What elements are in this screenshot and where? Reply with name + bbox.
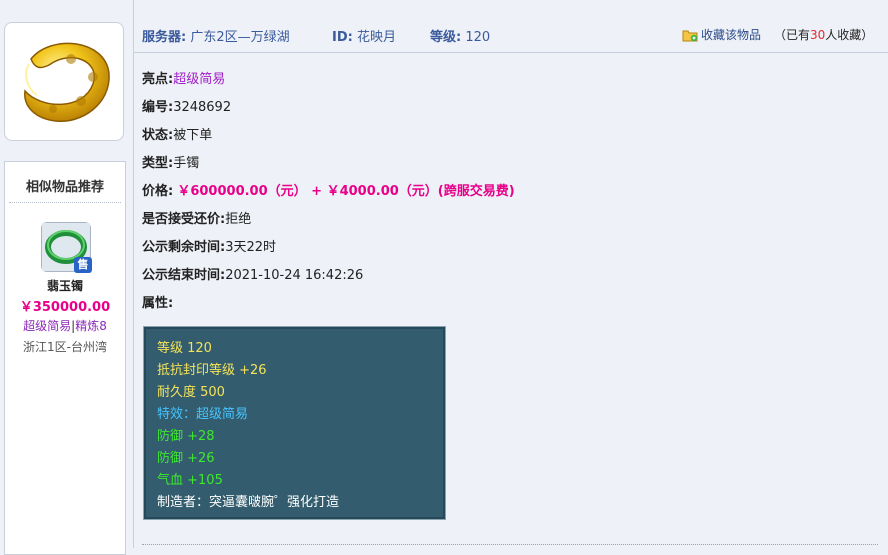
level-label: 等级:	[430, 30, 462, 45]
attributes-row: 属性:	[142, 292, 173, 311]
remaining-time-label: 公示剩余时间:	[142, 240, 226, 255]
highlight-row: 亮点:超级简易	[142, 68, 225, 87]
attribute-line: 等级 120	[157, 341, 212, 356]
fav-count-number: 30	[810, 28, 826, 42]
fav-count-prefix: （已有	[774, 28, 811, 42]
status-row: 状态:被下单	[142, 124, 212, 143]
end-time-value: 2021-10-24 16:42:26	[225, 268, 364, 283]
price-row: 价格: ￥600000.00（元） + ￥4000.00（元）(跨服交易费)	[142, 180, 515, 199]
attributes-label: 属性:	[142, 296, 174, 311]
type-label: 类型:	[142, 156, 174, 171]
item-header-bar: 服务器: 广东2区—万绿湖 ID: 花映月 等级: 120 收藏该物品 （已有3…	[134, 22, 888, 53]
attribute-line: 特效：超级简易	[157, 407, 249, 422]
server-value: 广东2区—万绿湖	[190, 30, 290, 45]
price-label: 价格:	[142, 184, 174, 199]
bargain-label: 是否接受还价:	[142, 212, 226, 227]
type-row: 类型:手镯	[142, 152, 199, 171]
golden-bracelet-icon	[24, 42, 110, 122]
favorite-item-button[interactable]: 收藏该物品	[682, 26, 761, 43]
attribute-line: 制造者：突逼囊啵腕゜强化打造	[157, 495, 340, 510]
recommended-item-thumb[interactable]: 售	[41, 222, 92, 273]
attribute-line: 防御 +28	[157, 429, 215, 444]
id-value: 花映月	[356, 30, 396, 45]
bargain-row: 是否接受还价:拒绝	[142, 208, 251, 227]
type-value: 手镯	[173, 156, 200, 171]
recommended-item-tag-1: 超级简易	[23, 319, 72, 333]
attribute-line: 防御 +26	[157, 451, 215, 466]
attribute-line: 气血 +105	[157, 473, 223, 488]
favorite-label: 收藏该物品	[701, 28, 762, 42]
similar-items-panel: 相似物品推荐 售 翡玉镯 ￥350000.00 超级简易|精炼8 浙江1区-台州…	[4, 161, 126, 555]
attribute-line: 抵抗封印等级 +26	[157, 363, 267, 378]
end-time-label: 公示结束时间:	[142, 268, 226, 283]
column-divider	[133, 0, 134, 548]
folder-star-icon	[682, 30, 698, 41]
seller-id-info: ID: 花映月	[332, 26, 396, 45]
fav-count-suffix: 人收藏）	[825, 28, 874, 42]
code-label: 编号:	[142, 100, 174, 115]
server-info: 服务器: 广东2区—万绿湖	[142, 26, 290, 45]
item-image	[4, 22, 124, 141]
end-time-row: 公示结束时间:2021-10-24 16:42:26	[142, 264, 363, 283]
similar-items-title: 相似物品推荐	[9, 162, 121, 203]
level-info: 等级: 120	[430, 26, 490, 45]
attribute-line: 耐久度 500	[157, 385, 225, 400]
highlight-label: 亮点:	[142, 72, 174, 87]
code-value: 3248692	[173, 100, 232, 115]
price-value: ￥600000.00（元） + ￥4000.00（元）(跨服交易费)	[177, 184, 515, 199]
recommended-item-tags: 超级简易|精炼8	[5, 317, 125, 334]
remaining-time-value: 3天22时	[225, 240, 277, 255]
id-label: ID:	[332, 30, 353, 45]
remaining-time-row: 公示剩余时间:3天22时	[142, 236, 276, 255]
server-label: 服务器:	[142, 30, 187, 45]
section-divider	[142, 544, 878, 545]
sold-badge: 售	[74, 257, 92, 273]
highlight-value: 超级简易	[173, 72, 226, 87]
favorite-count: （已有30人收藏）	[774, 26, 873, 43]
status-label: 状态:	[142, 128, 174, 143]
recommended-item-server: 浙江1区-台州湾	[23, 340, 107, 354]
level-value: 120	[465, 30, 491, 45]
bargain-value: 拒绝	[225, 212, 252, 227]
attributes-box: 等级 120 抵抗封印等级 +26 耐久度 500 特效：超级简易 防御 +28…	[143, 326, 446, 520]
recommended-item-price: ￥350000.00	[19, 300, 111, 315]
status-value: 被下单	[173, 128, 213, 143]
code-row: 编号:3248692	[142, 96, 231, 115]
recommended-item-name[interactable]: 翡玉镯	[5, 277, 125, 294]
recommended-item-tag-2: 精炼8	[75, 319, 107, 333]
